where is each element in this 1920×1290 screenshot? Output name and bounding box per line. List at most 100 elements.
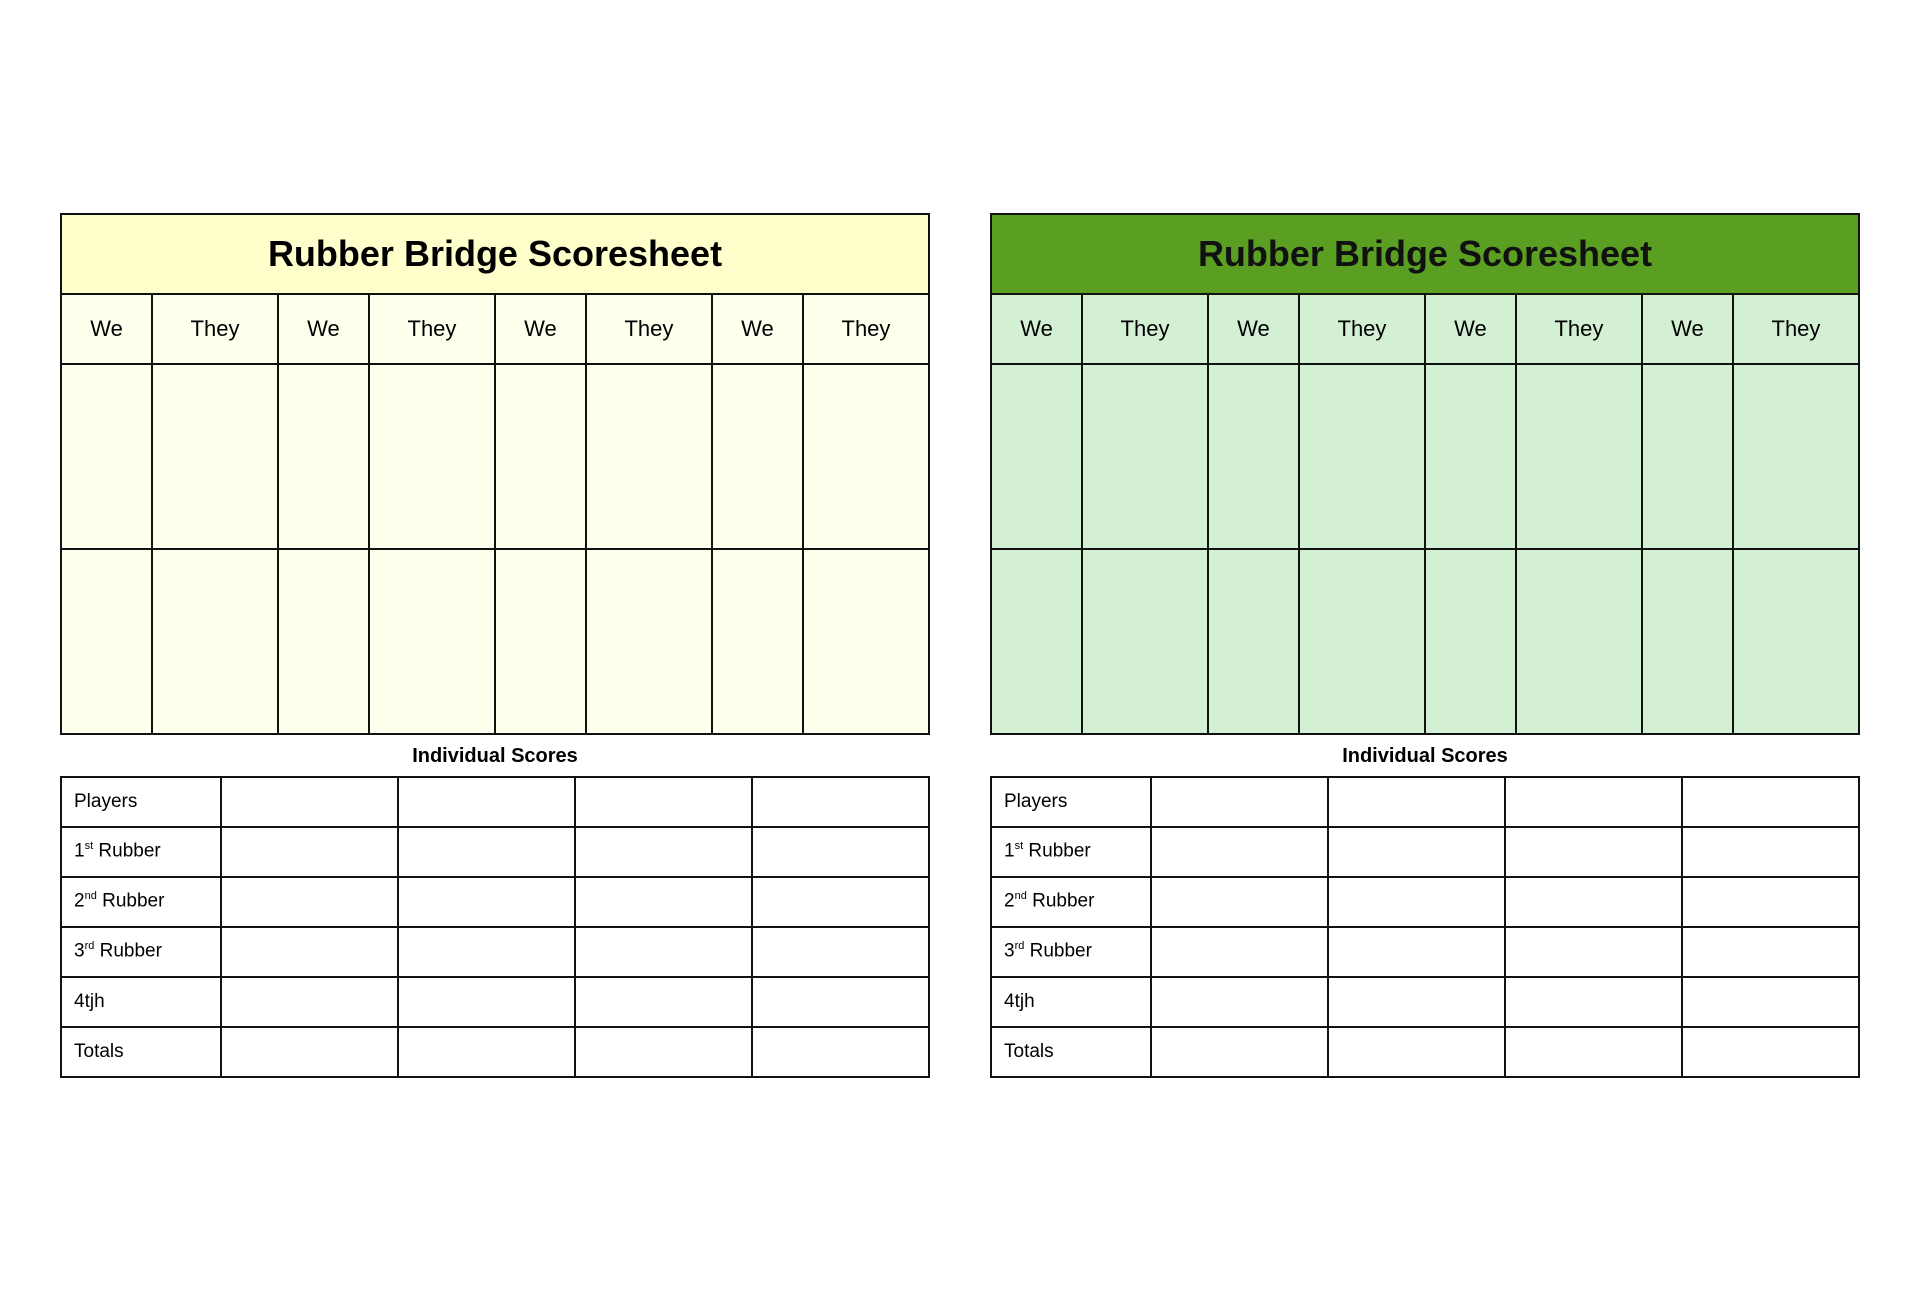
- totals-val3-yellow: [575, 1027, 752, 1077]
- rubber4-val2-yellow: [398, 977, 575, 1027]
- players-label-green: Players: [991, 777, 1151, 827]
- totals-val3-green: [1505, 1027, 1682, 1077]
- rubber3-val3-yellow: [575, 927, 752, 977]
- col-header-we-4: We: [712, 294, 803, 364]
- rubber3-label-green: 3rd Rubber: [991, 927, 1151, 977]
- rubber1-val2-yellow: [398, 827, 575, 877]
- cell-g-r2c6: [1516, 549, 1642, 734]
- totals-val2-yellow: [398, 1027, 575, 1077]
- header-row-green: We They We They We They We They: [991, 294, 1859, 364]
- cell-r2c7: [712, 549, 803, 734]
- totals-label-yellow: Totals: [61, 1027, 221, 1077]
- cell-g-r1c7: [1642, 364, 1733, 549]
- players-val2-yellow: [398, 777, 575, 827]
- players-val4-yellow: [752, 777, 929, 827]
- rubber4-row-yellow: 4tjh: [61, 977, 929, 1027]
- rubber1-val3-green: [1505, 827, 1682, 877]
- cell-r1c4: [369, 364, 495, 549]
- cell-r1c2: [152, 364, 278, 549]
- cell-g-r2c4: [1299, 549, 1425, 734]
- header-row-yellow: We They We They We They We They: [61, 294, 929, 364]
- scoresheet-yellow: Rubber Bridge Scoresheet We They We They…: [60, 213, 930, 1078]
- col-header-we-3-g: We: [1425, 294, 1516, 364]
- totals-val1-yellow: [221, 1027, 398, 1077]
- cell-r1c6: [586, 364, 712, 549]
- cell-g-r1c2: [1082, 364, 1208, 549]
- rubber1-row-yellow: 1st Rubber: [61, 827, 929, 877]
- players-row-yellow: Players: [61, 777, 929, 827]
- col-header-we-2-g: We: [1208, 294, 1299, 364]
- totals-val4-yellow: [752, 1027, 929, 1077]
- rubber2-row-yellow: 2nd Rubber: [61, 877, 929, 927]
- rubber4-val1-green: [1151, 977, 1328, 1027]
- cell-r2c4: [369, 549, 495, 734]
- rubber2-val2-yellow: [398, 877, 575, 927]
- cell-g-r1c5: [1425, 364, 1516, 549]
- totals-row-green: Totals: [991, 1027, 1859, 1077]
- col-header-we-1: We: [61, 294, 152, 364]
- cell-r2c1: [61, 549, 152, 734]
- col-header-they-3: They: [586, 294, 712, 364]
- rubber3-val3-green: [1505, 927, 1682, 977]
- col-header-we-2: We: [278, 294, 369, 364]
- cell-g-r1c8: [1733, 364, 1859, 549]
- rubber1-val2-green: [1328, 827, 1505, 877]
- main-score-table-yellow: Rubber Bridge Scoresheet We They We They…: [60, 213, 930, 735]
- rubber4-val2-green: [1328, 977, 1505, 1027]
- rubber4-val3-green: [1505, 977, 1682, 1027]
- col-header-they-3-g: They: [1516, 294, 1642, 364]
- cell-g-r1c3: [1208, 364, 1299, 549]
- rubber4-label-green: 4tjh: [991, 977, 1151, 1027]
- rubber3-val1-yellow: [221, 927, 398, 977]
- main-score-table-green: Rubber Bridge Scoresheet We They We They…: [990, 213, 1860, 735]
- cell-g-r2c2: [1082, 549, 1208, 734]
- cell-g-r2c8: [1733, 549, 1859, 734]
- cell-g-r1c4: [1299, 364, 1425, 549]
- cell-g-r2c7: [1642, 549, 1733, 734]
- rubber1-val4-yellow: [752, 827, 929, 877]
- rubber2-val1-green: [1151, 877, 1328, 927]
- data-row-1-yellow: [61, 364, 929, 549]
- rubber2-val3-green: [1505, 877, 1682, 927]
- cell-g-r1c1: [991, 364, 1082, 549]
- rubber4-val4-green: [1682, 977, 1859, 1027]
- rubber3-val4-green: [1682, 927, 1859, 977]
- rubber3-val4-yellow: [752, 927, 929, 977]
- totals-val4-green: [1682, 1027, 1859, 1077]
- cell-r1c1: [61, 364, 152, 549]
- page-container: Rubber Bridge Scoresheet We They We They…: [30, 213, 1890, 1078]
- rubber4-val1-yellow: [221, 977, 398, 1027]
- rubber1-label-green: 1st Rubber: [991, 827, 1151, 877]
- totals-val1-green: [1151, 1027, 1328, 1077]
- cell-r2c8: [803, 549, 929, 734]
- scores-table-yellow: Players 1st Rubber 2nd Rubber: [60, 776, 930, 1078]
- data-row-2-yellow: [61, 549, 929, 734]
- players-val4-green: [1682, 777, 1859, 827]
- rubber1-val1-yellow: [221, 827, 398, 877]
- cell-r2c6: [586, 549, 712, 734]
- col-header-we-3: We: [495, 294, 586, 364]
- rubber4-label-yellow: 4tjh: [61, 977, 221, 1027]
- data-row-2-green: [991, 549, 1859, 734]
- cell-r1c5: [495, 364, 586, 549]
- col-header-they-2: They: [369, 294, 495, 364]
- totals-label-green: Totals: [991, 1027, 1151, 1077]
- col-header-they-1: They: [152, 294, 278, 364]
- cell-g-r2c1: [991, 549, 1082, 734]
- data-row-1-green: [991, 364, 1859, 549]
- rubber4-row-green: 4tjh: [991, 977, 1859, 1027]
- rubber4-val3-yellow: [575, 977, 752, 1027]
- rubber2-label-yellow: 2nd Rubber: [61, 877, 221, 927]
- rubber2-val4-green: [1682, 877, 1859, 927]
- rubber1-row-green: 1st Rubber: [991, 827, 1859, 877]
- scoresheet-green: Rubber Bridge Scoresheet We They We They…: [990, 213, 1860, 1078]
- title-green: Rubber Bridge Scoresheet: [991, 214, 1859, 294]
- cell-r2c5: [495, 549, 586, 734]
- cell-r1c3: [278, 364, 369, 549]
- col-header-they-2-g: They: [1299, 294, 1425, 364]
- players-val3-yellow: [575, 777, 752, 827]
- rubber4-val4-yellow: [752, 977, 929, 1027]
- cell-g-r2c3: [1208, 549, 1299, 734]
- rubber1-label-yellow: 1st Rubber: [61, 827, 221, 877]
- title-yellow: Rubber Bridge Scoresheet: [61, 214, 929, 294]
